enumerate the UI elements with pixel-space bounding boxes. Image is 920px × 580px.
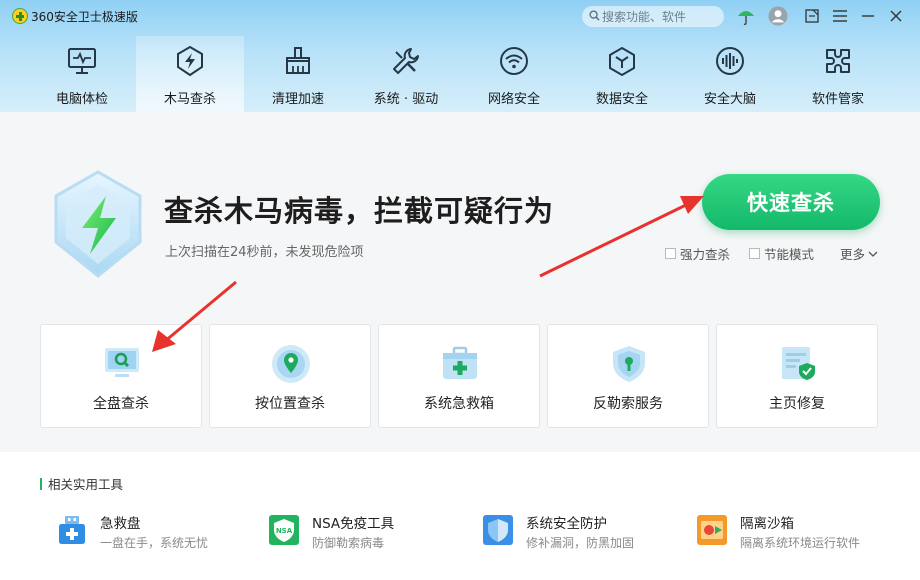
title-bar: 360安全卫士极速版	[0, 0, 920, 32]
page-shield-icon	[782, 347, 815, 380]
tool-system-protection[interactable]: 系统安全防护 修补漏洞，防黑加固	[482, 510, 682, 554]
tab-network-security[interactable]: 网络安全	[460, 36, 568, 112]
tab-label: 网络安全	[487, 92, 540, 107]
power-scan-label: 强力查杀	[680, 247, 731, 262]
card-homepage-repair[interactable]: 主页修复	[716, 324, 878, 428]
tab-label: 软件管家	[811, 92, 864, 107]
sandbox-icon	[697, 515, 727, 545]
tool-desc: 一盘在手，系统无忧	[100, 536, 209, 550]
card-label: 主页修复	[769, 396, 825, 412]
location-pin-icon	[272, 345, 310, 383]
card-label: 全盘查杀	[93, 396, 149, 412]
wrench-icon	[393, 48, 419, 74]
tool-nsa-immunity[interactable]: NSA NSA免疫工具 防御勒索病毒	[268, 510, 468, 554]
header: 360安全卫士极速版 搜索功能、软件 电脑体检 木马查杀 清理加速 系统 · 驱…	[0, 0, 920, 112]
tab-security-brain[interactable]: 安全大脑	[676, 36, 784, 112]
search-input[interactable]	[602, 8, 720, 25]
card-location-scan[interactable]: 按位置查杀	[209, 324, 371, 428]
card-label: 系统急救箱	[424, 396, 494, 412]
tab-clean-speedup[interactable]: 清理加速	[244, 36, 352, 112]
card-anti-ransom[interactable]: 反勒索服务	[547, 324, 709, 428]
shield-keyhole-icon	[613, 346, 645, 382]
tab-trojan-scan[interactable]: 木马查杀	[136, 36, 244, 112]
tab-label: 安全大脑	[703, 92, 756, 107]
tab-label: 木马查杀	[163, 92, 216, 107]
first-aid-kit-icon	[443, 346, 477, 379]
more-dropdown[interactable]: 更多	[840, 244, 878, 263]
app-title: 360安全卫士极速版	[31, 10, 138, 24]
tab-pc-checkup[interactable]: 电脑体检	[28, 36, 136, 112]
nsa-badge-text: NSA	[276, 527, 293, 535]
card-full-scan[interactable]: 全盘查杀	[40, 324, 202, 428]
power-scan-option[interactable]: 强力查杀	[665, 244, 730, 263]
section-marker	[40, 477, 42, 490]
broom-icon	[286, 47, 310, 74]
quick-scan-button[interactable]: 快速查杀	[702, 174, 880, 230]
tools-section-title: 相关实用工具	[40, 474, 123, 493]
close-icon[interactable]	[886, 6, 906, 26]
shield-bolt-icon	[54, 170, 142, 278]
minimize-icon[interactable]	[858, 6, 878, 26]
last-scan-status: 上次扫描在24秒前，未发现危险项	[165, 245, 364, 260]
tab-label: 电脑体检	[55, 92, 108, 107]
tab-system-driver[interactable]: 系统 · 驱动	[352, 36, 460, 112]
usb-drive-icon	[59, 516, 85, 544]
menu-icon[interactable]	[830, 6, 850, 26]
card-label: 反勒索服务	[593, 396, 663, 412]
feedback-icon[interactable]	[802, 6, 822, 26]
tool-desc: 防御勒索病毒	[312, 536, 385, 550]
puzzle-icon	[826, 49, 850, 73]
tool-desc: 修补漏洞，防黑加固	[526, 536, 635, 550]
more-label: 更多	[840, 247, 866, 262]
hexagon-icon	[609, 46, 635, 77]
tab-label: 数据安全	[595, 92, 648, 107]
search-box[interactable]	[582, 6, 724, 27]
tool-rescue-disk[interactable]: 急救盘 一盘在手，系统无忧	[56, 510, 256, 554]
tool-name: 系统安全防护	[526, 516, 607, 532]
tab-software-manager[interactable]: 软件管家	[784, 36, 892, 112]
tool-name: 急救盘	[100, 516, 141, 532]
page-title: 查杀木马病毒，拦截可疑行为	[164, 194, 555, 228]
power-save-label: 节能模式	[764, 247, 815, 262]
chevron-down-icon	[868, 251, 878, 257]
power-scan-checkbox[interactable]	[665, 248, 676, 259]
avatar[interactable]	[768, 6, 788, 26]
card-system-rescue[interactable]: 系统急救箱	[378, 324, 540, 428]
app-logo-icon	[12, 8, 28, 24]
blue-shield-icon	[483, 515, 513, 545]
power-save-option[interactable]: 节能模式	[749, 244, 814, 263]
power-save-checkbox[interactable]	[749, 248, 760, 259]
tab-label: 系统 · 驱动	[373, 92, 439, 107]
tab-data-security[interactable]: 数据安全	[568, 36, 676, 112]
shield-bolt-icon	[177, 45, 203, 77]
brain-wave-icon	[716, 47, 744, 75]
tool-desc: 隔离系统环境运行软件	[740, 536, 861, 550]
card-label: 按位置查杀	[255, 396, 325, 412]
tool-name: 隔离沙箱	[740, 516, 794, 532]
search-icon	[589, 10, 600, 21]
tab-label: 清理加速	[271, 92, 324, 107]
wifi-icon	[500, 47, 528, 75]
tool-sandbox[interactable]: 隔离沙箱 隔离系统环境运行软件	[696, 510, 896, 554]
tools-title-label: 相关实用工具	[48, 477, 124, 492]
umbrella-icon[interactable]	[736, 6, 756, 26]
nsa-shield-icon: NSA	[269, 515, 299, 545]
tool-name: NSA免疫工具	[312, 516, 395, 532]
monitor-pulse-icon	[68, 48, 96, 74]
main-panel: 查杀木马病毒，拦截可疑行为 上次扫描在24秒前，未发现危险项 快速查杀 强力查杀…	[0, 112, 920, 452]
monitor-search-icon	[105, 348, 139, 377]
